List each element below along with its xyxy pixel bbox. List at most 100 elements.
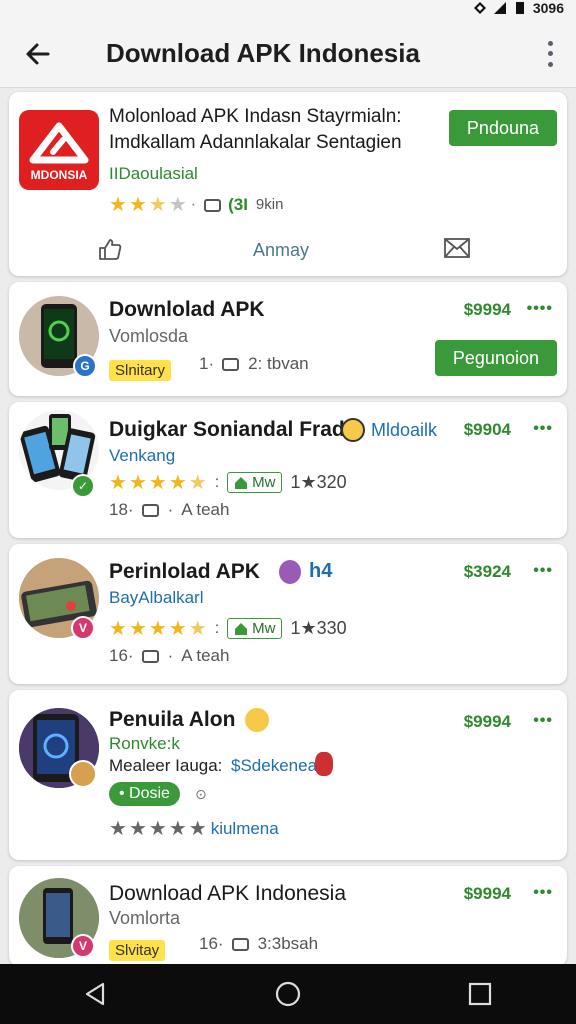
avatar [69, 760, 97, 788]
app-title-extra: Mldoailk [371, 420, 438, 440]
app-tag: Slvitay [109, 940, 166, 961]
arrow-back-icon [26, 43, 50, 65]
status-bar: 3096 [0, 0, 576, 20]
more-options-button[interactable]: •••• [527, 300, 553, 318]
app-subtitle: Vomlosda [109, 326, 189, 346]
extra-label: Mealeer Iauga: [109, 756, 223, 775]
meta-text: A teah [181, 500, 230, 519]
avatar [315, 752, 333, 776]
status-icons: 3096 [473, 0, 564, 16]
meta-number: 18· [109, 500, 134, 519]
app-bar: Download APK Indonesia [0, 20, 576, 88]
star-icon: ★ [128, 472, 147, 494]
app-developer[interactable]: Venkang [109, 446, 175, 466]
download-icon [204, 198, 222, 212]
download-icon [141, 650, 159, 663]
status-time: 3096 [532, 0, 564, 16]
star-icon: ★ [109, 618, 127, 640]
featured-stat: (3I [228, 194, 248, 214]
star-icon: ★ [128, 618, 147, 640]
meta-number: 16· [109, 646, 134, 665]
page-title: Download APK Indonesia [106, 38, 420, 68]
status-chip-text: Dosie [129, 785, 170, 802]
more-options-button[interactable]: ••• [533, 562, 553, 580]
app-icon: MDONSIA [19, 110, 99, 190]
avatar [341, 418, 365, 442]
app-developer[interactable]: BayAlbalkarl [109, 588, 204, 608]
more-options-button[interactable]: ••• [533, 884, 553, 902]
star-icon: ★ [148, 818, 167, 840]
rating-count: 1★320 [290, 472, 347, 492]
star-icon: ★ [148, 472, 167, 494]
app-card[interactable]: Penuila Alon Ronvke:k Mealeer Iauga: $Sd… [9, 690, 567, 860]
download-icon [222, 358, 240, 371]
star-half-icon: ★ [148, 194, 167, 216]
overflow-menu-button[interactable] [544, 38, 556, 70]
battery-icon [515, 2, 524, 14]
app-price: $3924 [463, 562, 511, 581]
download-icon [231, 938, 249, 951]
app-price: $9904 [463, 420, 511, 439]
avatar [279, 560, 301, 584]
system-nav-bar [0, 964, 576, 1024]
featured-title-line1: Molonload APK Indasn Stayrmialn: [109, 106, 402, 127]
app-card[interactable]: V Download APK Indonesia Vomlorta Slvita… [9, 866, 567, 966]
app-rating: ★ ★ ★ ★ ★ : Mw 1★330 [109, 618, 347, 640]
featured-app-card[interactable]: MDONSIA Molonload APK Indasn Stayrmialn:… [9, 92, 567, 276]
badge-chip: Mw [227, 472, 283, 493]
app-icon-text: MDONSIA [30, 168, 88, 182]
app-title: Downlolad APK [109, 298, 265, 321]
get-button[interactable]: Pegunoion [434, 340, 557, 376]
location-icon [473, 2, 486, 14]
more-options-button[interactable]: ••• [533, 420, 553, 438]
download-button[interactable]: Pndouna [448, 110, 557, 146]
nav-home-button[interactable] [268, 974, 308, 1014]
house-icon [235, 476, 248, 489]
app-badge: V [71, 616, 95, 640]
featured-stat-suffix: 9kin [255, 196, 284, 213]
nav-recents-button[interactable] [460, 974, 500, 1014]
app-developer[interactable]: Ronvke:k [109, 734, 180, 754]
rating-count: 1★330 [290, 618, 347, 638]
app-title: Perinlolad APK [109, 560, 260, 583]
star-icon: ★ [168, 818, 187, 840]
app-rating: ★ ★ ★ ★ ★ : Mw 1★320 [109, 472, 347, 494]
back-button[interactable] [18, 34, 58, 74]
nav-back-button[interactable] [76, 974, 116, 1014]
app-card[interactable]: ✓ Duigkar Soniandal Frad Mldoailk Venkan… [9, 402, 567, 538]
status-chip: • Dosie [109, 782, 180, 806]
share-icon[interactable] [443, 236, 471, 260]
app-badge: G [73, 354, 97, 378]
more-options-button[interactable]: ••• [533, 712, 553, 730]
app-badge: ✓ [71, 474, 95, 498]
featured-rating: ★ ★ ★ ★ · (3I 9kin [109, 194, 284, 216]
app-meta: 16· · A teah [109, 646, 230, 665]
featured-title-line2: Imdkallam Adannlakalar Sentagien [109, 132, 402, 153]
app-tag: Slnitary [109, 360, 172, 381]
emoji-icon [245, 708, 269, 732]
app-card[interactable]: V Perinlolad APK h4 BayAlbalkarl ★ ★ ★ ★… [9, 544, 567, 684]
badge-chip-text: Mw [252, 474, 276, 491]
star-icon: ★ [168, 472, 187, 494]
square-recents-icon [468, 982, 492, 1006]
download-icon [141, 504, 159, 517]
app-meta: 18· · A teah [109, 500, 230, 519]
house-icon [235, 622, 248, 635]
app-price: $9994 [463, 884, 511, 903]
triangle-back-icon [85, 982, 105, 1006]
like-icon[interactable] [97, 236, 123, 262]
star-icon: ★ [109, 818, 127, 840]
app-title: Duigkar Soniandal Frad [109, 418, 345, 441]
action-center-link[interactable]: Anmay [253, 240, 309, 261]
app-subtitle: Vomlorta [109, 908, 181, 928]
meta-number: 16· [199, 934, 224, 953]
star-icon: ★ [168, 618, 187, 640]
app-card[interactable]: G Downlolad APK Vomlosda Slnitary 1· 2: … [9, 282, 567, 396]
app-title: Download APK Indonesia [109, 882, 346, 905]
app-price: $9994 [463, 712, 511, 731]
meta-text: 3:3bsah [257, 934, 319, 953]
featured-developer[interactable]: IIDaoulasial [109, 164, 198, 184]
info-icon: ⊙ [195, 786, 207, 802]
extra-value[interactable]: $Sdekenea [231, 756, 317, 776]
star-icon: ★ [128, 194, 147, 216]
